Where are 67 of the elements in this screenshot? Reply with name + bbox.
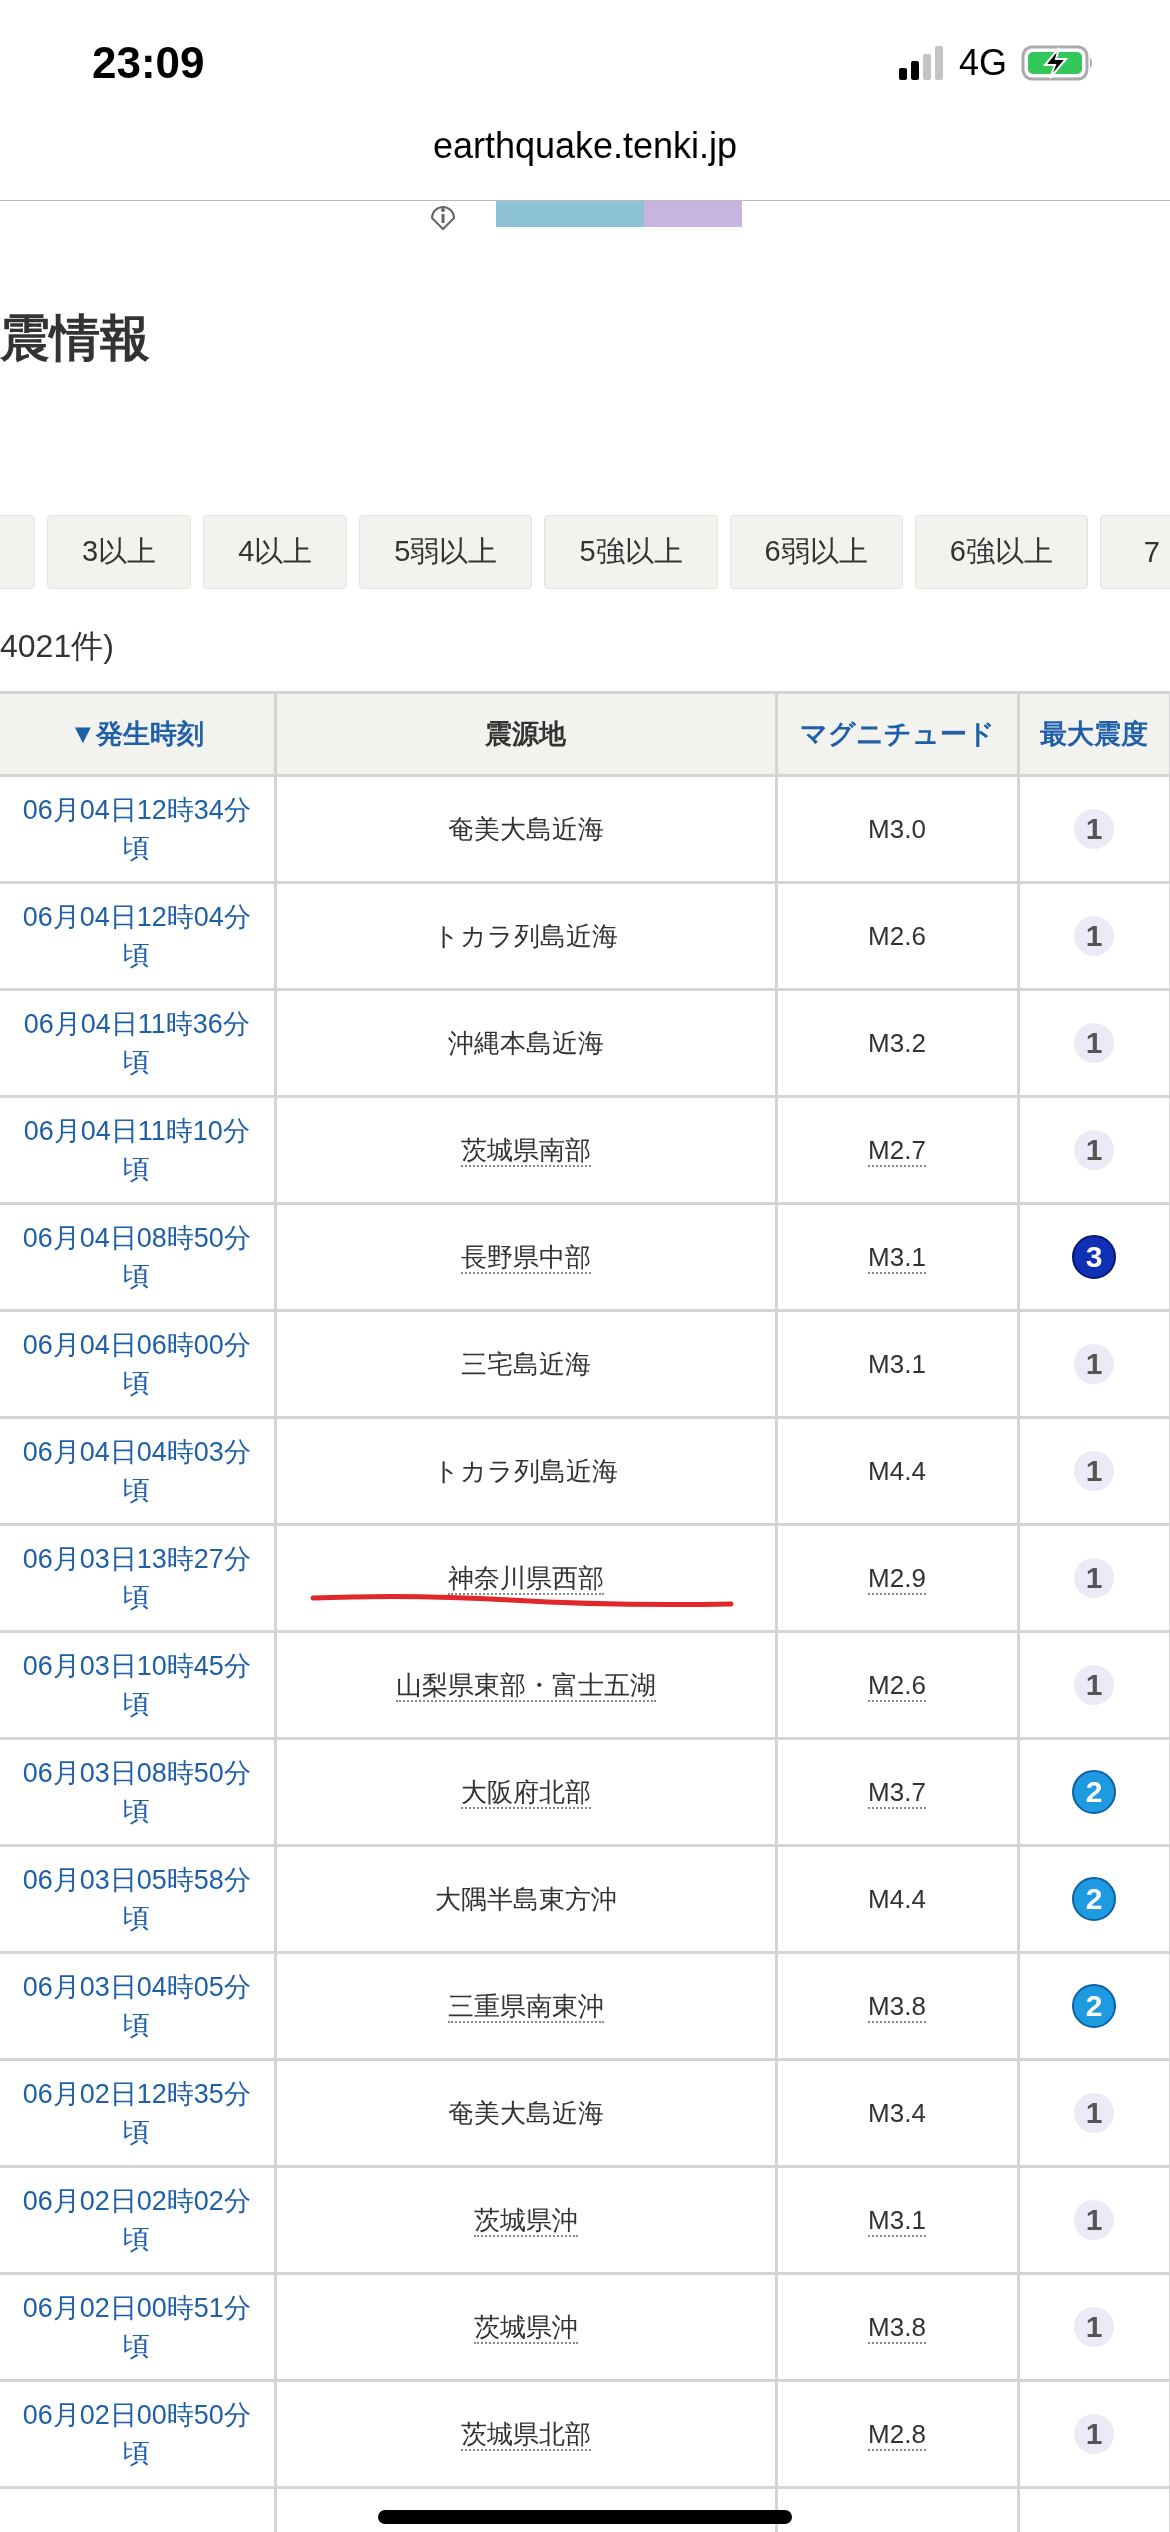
intensity-badge: 1 xyxy=(1074,1451,1114,1491)
magnitude-text[interactable]: M3.1 xyxy=(868,2204,926,2237)
intensity-badge: 1 xyxy=(1074,1558,1114,1598)
url-text[interactable]: earthquake.tenki.jp xyxy=(432,125,738,167)
filter-button[interactable]: 7 xyxy=(1099,515,1170,589)
intensity-badge: 2 xyxy=(1072,1877,1116,1921)
result-count: 4021件) xyxy=(0,627,115,666)
filter-button[interactable]: 6強以上 xyxy=(914,515,1088,589)
magnitude-text[interactable]: M3.8 xyxy=(868,2311,926,2344)
column-header[interactable]: 最大震度 xyxy=(1018,692,1170,776)
epicenter-text: 三宅島近海 xyxy=(460,1348,591,1379)
epicenter-text[interactable]: 神奈川県西部 xyxy=(447,1562,604,1595)
magnitude-text: M4.4 xyxy=(868,1883,926,1914)
epicenter-text[interactable]: 茨城県沖 xyxy=(473,2204,578,2237)
intensity-badge: 2 xyxy=(1072,1984,1116,2028)
intensity-badge: 1 xyxy=(1074,2307,1114,2347)
intensity-badge: 1 xyxy=(1074,1665,1114,1705)
epicenter-text[interactable]: 大阪府北部 xyxy=(460,1776,591,1809)
magnitude-text[interactable]: M2.9 xyxy=(868,1562,926,1595)
magnitude-text: M2.6 xyxy=(868,920,926,951)
epicenter-text[interactable]: 茨城県沖 xyxy=(473,2311,578,2344)
epicenter-text[interactable]: 三重県南東沖 xyxy=(447,1990,604,2023)
intensity-badge: 1 xyxy=(1074,2093,1114,2133)
intensity-badge: 1 xyxy=(1074,916,1114,956)
intensity-badge: 1 xyxy=(1074,1130,1114,1170)
epicenter-text: 沖縄本島近海 xyxy=(447,1027,604,1058)
magnitude-text[interactable]: M3.7 xyxy=(868,1776,926,1809)
epicenter-text[interactable]: 茨城県北部 xyxy=(460,2418,591,2451)
epicenter-text: トカラ列島近海 xyxy=(433,920,618,951)
column-header: 震源地 xyxy=(275,692,776,776)
magnitude-text: M3.4 xyxy=(868,2097,926,2128)
epicenter-text: 奄美大島近海 xyxy=(447,2097,604,2128)
epicenter-text: 奄美大島近海 xyxy=(447,813,604,844)
filter-button[interactable]: 3以上 xyxy=(47,515,192,589)
page-heading: 震情報 xyxy=(0,309,151,368)
intensity-badge: 1 xyxy=(1074,1023,1114,1063)
filter-button[interactable]: 5強以上 xyxy=(544,515,718,589)
intensity-badge: 2 xyxy=(1072,1770,1116,1814)
status-time: 23:09 xyxy=(92,37,205,88)
ad-banner-placeholder[interactable] xyxy=(496,201,742,227)
epicenter-text: トカラ列島近海 xyxy=(433,1455,618,1486)
battery-charging-icon xyxy=(1021,44,1095,81)
signal-icon xyxy=(898,45,945,80)
intensity-badge: 1 xyxy=(1074,1344,1114,1384)
magnitude-text: M3.1 xyxy=(868,1348,926,1379)
network-label: 4G xyxy=(958,41,1007,84)
magnitude-text[interactable]: M2.6 xyxy=(868,1669,926,1702)
magnitude-text: M3.2 xyxy=(868,1027,926,1058)
epicenter-text[interactable]: 山梨県東部・富士五湖 xyxy=(395,1669,656,1702)
column-header[interactable]: マグニチュード xyxy=(776,692,1018,776)
intensity-badge: 1 xyxy=(1074,809,1114,849)
intensity-badge: 1 xyxy=(1074,2200,1114,2240)
magnitude-text[interactable]: M3.8 xyxy=(868,1990,926,2023)
magnitude-text[interactable]: M3.1 xyxy=(868,1241,926,1274)
magnitude-text: M4.4 xyxy=(868,1455,926,1486)
filter-button[interactable]: 6弱以上 xyxy=(729,515,903,589)
intensity-badge: 3 xyxy=(1072,1235,1116,1279)
epicenter-text: 大隅半島東方沖 xyxy=(434,1883,617,1914)
magnitude-text[interactable]: M2.7 xyxy=(868,1134,926,1167)
filter-button[interactable]: 5弱以上 xyxy=(359,515,533,589)
column-header[interactable]: ▼発生時刻 xyxy=(0,692,275,776)
intensity-badge: 1 xyxy=(1074,2414,1114,2454)
epicenter-text[interactable]: 茨城県南部 xyxy=(460,1134,591,1167)
magnitude-text: M3.0 xyxy=(868,813,926,844)
epicenter-text[interactable]: 長野県中部 xyxy=(460,1241,591,1274)
filter-button[interactable]: 4以上 xyxy=(203,515,348,589)
magnitude-text[interactable]: M2.8 xyxy=(868,2418,926,2451)
